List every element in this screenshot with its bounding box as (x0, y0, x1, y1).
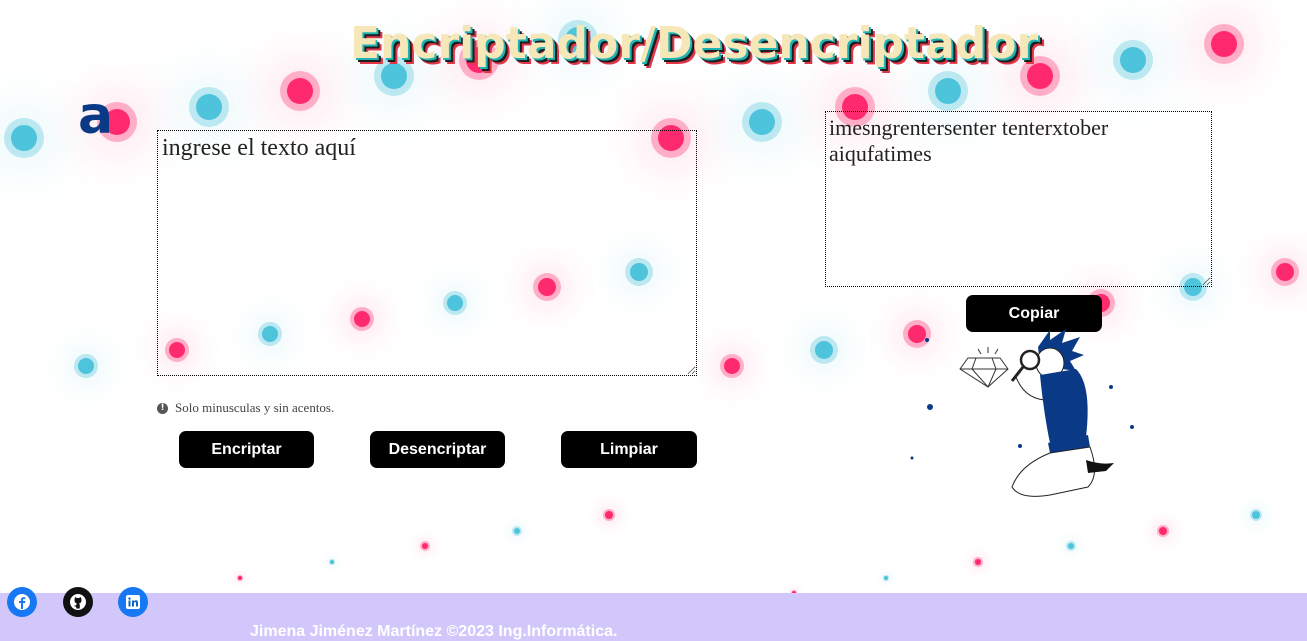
encrypt-button[interactable]: Encriptar (179, 431, 314, 468)
github-link[interactable] (63, 587, 93, 617)
decorative-dot (287, 78, 313, 104)
decorative-dot (422, 543, 428, 549)
decorative-dot (196, 94, 222, 120)
decorative-dot (78, 358, 94, 374)
decorative-dot (1211, 31, 1237, 57)
decorative-dot (815, 341, 833, 359)
footer-credit: Jimena Jiménez Martínez ©2023 Ing.Inform… (250, 623, 618, 640)
decorative-dot (935, 78, 961, 104)
logo: a (78, 86, 114, 146)
decorative-dot (975, 559, 981, 565)
page-title: Encriptador/Desencriptador (350, 18, 1039, 69)
diamond-icon (959, 347, 1009, 388)
decorative-dot (1252, 511, 1260, 519)
decorative-dot (1120, 47, 1146, 73)
info-icon: ! (157, 402, 168, 414)
clear-button[interactable]: Limpiar (561, 431, 697, 468)
decorative-dot (724, 358, 740, 374)
decorative-dot (330, 560, 334, 564)
footer-bar (0, 593, 1307, 641)
decrypt-button[interactable]: Desencriptar (370, 431, 505, 468)
decorative-dot (514, 528, 520, 534)
decorative-dot (1276, 263, 1294, 281)
input-textarea[interactable] (157, 130, 697, 376)
github-icon (70, 594, 86, 610)
output-textarea[interactable] (825, 111, 1212, 287)
decorative-dot (1159, 527, 1167, 535)
decorative-dot (11, 125, 37, 151)
decorative-dot (238, 576, 242, 580)
hint-text: Solo minusculas y sin acentos. (175, 400, 335, 415)
decorative-dot (605, 511, 613, 519)
decorative-dot (1068, 543, 1074, 549)
decorative-dot (884, 576, 888, 580)
decorative-dot (749, 109, 775, 135)
person-with-magnifier-illustration (910, 329, 1134, 497)
facebook-icon (14, 594, 30, 610)
hint-row: ! Solo minusculas y sin acentos. (157, 400, 334, 416)
linkedin-icon (126, 595, 140, 609)
linkedin-link[interactable] (118, 587, 148, 617)
facebook-link[interactable] (7, 587, 37, 617)
